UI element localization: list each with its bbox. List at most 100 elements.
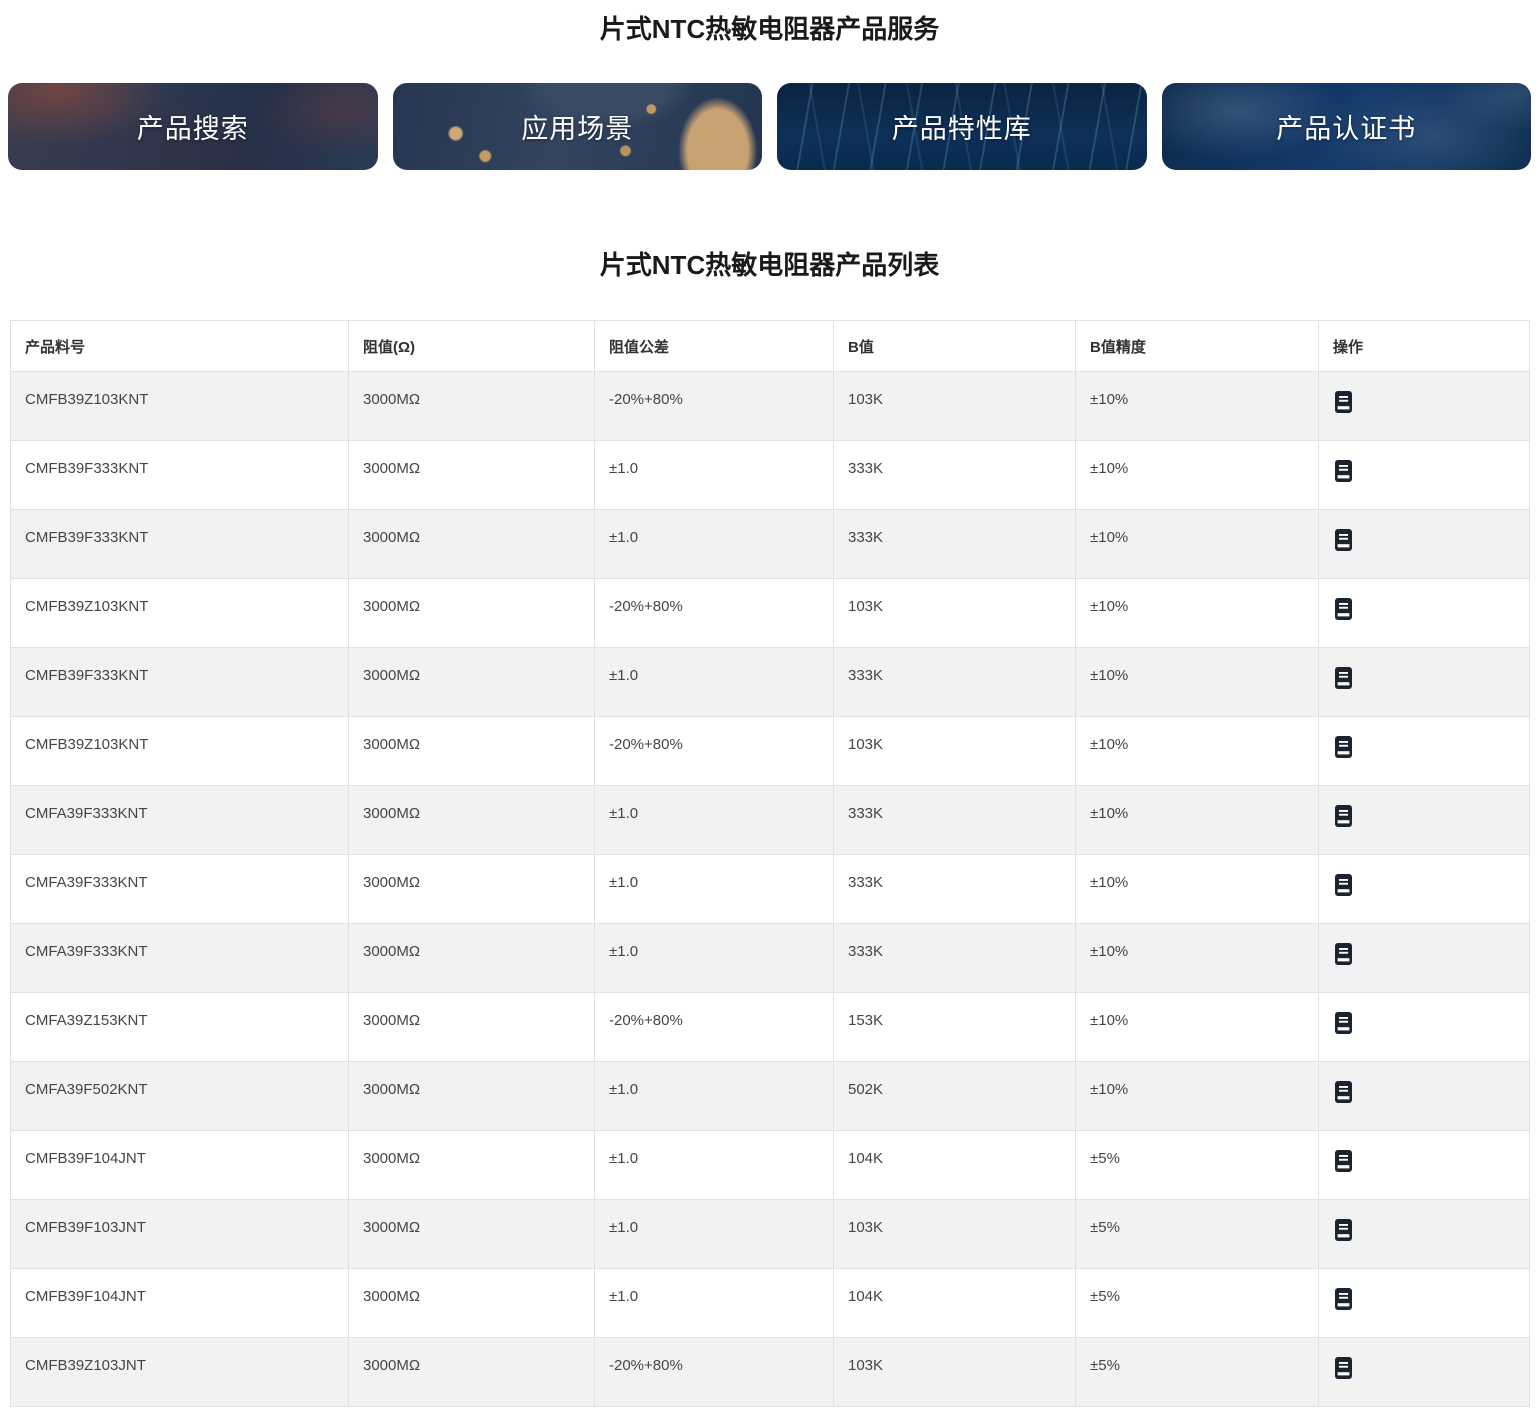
datasheet-button[interactable]: [1335, 943, 1352, 965]
service-title: 片式NTC热敏电阻器产品服务: [599, 14, 940, 44]
part-number-cell: CMFB39F333KNT: [10, 509, 349, 579]
part-number-cell: CMFA39F333KNT: [10, 854, 349, 924]
datasheet-icon: [1335, 1081, 1352, 1103]
table-row: CMFA39F333KNT 3000MΩ ±1.0 333K ±10%: [10, 923, 1530, 993]
part-number-cell: CMFB39F103JNT: [10, 1199, 349, 1269]
table-row: CMFB39F104JNT 3000MΩ ±1.0 104K ±5%: [10, 1130, 1530, 1200]
datasheet-button[interactable]: [1335, 667, 1352, 689]
b-precision-cell: ±10%: [1075, 647, 1319, 717]
datasheet-button[interactable]: [1335, 1357, 1352, 1379]
part-number-cell: CMFB39Z103KNT: [10, 578, 349, 648]
resistance-cell: 3000MΩ: [348, 1337, 595, 1407]
datasheet-button[interactable]: [1335, 736, 1352, 758]
action-cell: [1318, 647, 1530, 717]
resistance-cell: 3000MΩ: [348, 647, 595, 717]
banner-certificates-label: 产品认证书: [1276, 114, 1417, 144]
resistance-cell: 3000MΩ: [348, 785, 595, 855]
datasheet-button[interactable]: [1335, 1012, 1352, 1034]
col-header-tolerance: 阻值公差: [594, 320, 834, 372]
datasheet-button[interactable]: [1335, 1288, 1352, 1310]
datasheet-icon: [1335, 1150, 1352, 1172]
banner-application-scenes[interactable]: 应用场景: [392, 83, 762, 170]
col-header-b-value: B值: [833, 320, 1076, 372]
table-row: CMFB39F333KNT 3000MΩ ±1.0 333K ±10%: [10, 647, 1530, 717]
table-row: CMFB39Z103KNT 3000MΩ -20%+80% 103K ±10%: [10, 716, 1530, 786]
part-number-cell: CMFA39F502KNT: [10, 1061, 349, 1131]
tolerance-cell: ±1.0: [594, 1268, 834, 1338]
datasheet-button[interactable]: [1335, 460, 1352, 482]
datasheet-icon: [1335, 1357, 1352, 1379]
datasheet-icon: [1335, 460, 1352, 482]
action-cell: [1318, 440, 1530, 510]
datasheet-button[interactable]: [1335, 805, 1352, 827]
action-cell: [1318, 1268, 1530, 1338]
datasheet-button[interactable]: [1335, 874, 1352, 896]
b-value-cell: 103K: [833, 371, 1076, 441]
datasheet-button[interactable]: [1335, 598, 1352, 620]
b-precision-cell: ±10%: [1075, 854, 1319, 924]
part-number-cell: CMFA39F333KNT: [10, 785, 349, 855]
b-precision-cell: ±5%: [1075, 1199, 1319, 1269]
datasheet-icon: [1335, 805, 1352, 827]
datasheet-icon: [1335, 1219, 1352, 1241]
datasheet-icon: [1335, 874, 1352, 896]
b-value-cell: 502K: [833, 1061, 1076, 1131]
table-row: CMFB39Z103KNT 3000MΩ -20%+80% 103K ±10%: [10, 578, 1530, 648]
resistance-cell: 3000MΩ: [348, 1199, 595, 1269]
b-precision-cell: ±10%: [1075, 440, 1319, 510]
tolerance-cell: ±1.0: [594, 647, 834, 717]
b-value-cell: 333K: [833, 785, 1076, 855]
datasheet-icon: [1335, 943, 1352, 965]
part-number-cell: CMFB39Z103JNT: [10, 1337, 349, 1407]
table-row: CMFA39F333KNT 3000MΩ ±1.0 333K ±10%: [10, 854, 1530, 924]
action-cell: [1318, 1337, 1530, 1407]
b-precision-cell: ±5%: [1075, 1130, 1319, 1200]
b-precision-cell: ±10%: [1075, 1061, 1319, 1131]
b-value-cell: 103K: [833, 716, 1076, 786]
datasheet-button[interactable]: [1335, 391, 1352, 413]
table-row: CMFA39Z153KNT 3000MΩ -20%+80% 153K ±10%: [10, 992, 1530, 1062]
action-cell: [1318, 1199, 1530, 1269]
resistance-cell: 3000MΩ: [348, 1061, 595, 1131]
b-value-cell: 333K: [833, 509, 1076, 579]
col-header-actions: 操作: [1318, 320, 1530, 372]
banner-certificates[interactable]: 产品认证书: [1161, 83, 1531, 170]
b-precision-cell: ±10%: [1075, 992, 1319, 1062]
tolerance-cell: ±1.0: [594, 785, 834, 855]
tolerance-cell: ±1.0: [594, 1061, 834, 1131]
table-row: CMFA39F333KNT 3000MΩ ±1.0 333K ±10%: [10, 785, 1530, 855]
b-precision-cell: ±10%: [1075, 578, 1319, 648]
datasheet-button[interactable]: [1335, 529, 1352, 551]
table-row: CMFB39Z103KNT 3000MΩ -20%+80% 103K ±10%: [10, 371, 1530, 441]
banner-characteristics-library[interactable]: 产品特性库: [777, 83, 1147, 170]
col-header-resistance: 阻值(Ω): [348, 320, 595, 372]
banner-product-search[interactable]: 产品搜索: [8, 83, 378, 170]
tolerance-cell: ±1.0: [594, 854, 834, 924]
b-value-cell: 103K: [833, 578, 1076, 648]
table-row: CMFB39F333KNT 3000MΩ ±1.0 333K ±10%: [10, 509, 1530, 579]
resistance-cell: 3000MΩ: [348, 578, 595, 648]
table-row: CMFB39F103JNT 3000MΩ ±1.0 103K ±5%: [10, 1199, 1530, 1269]
table-row: CMFA39F502KNT 3000MΩ ±1.0 502K ±10%: [10, 1061, 1530, 1131]
action-cell: [1318, 371, 1530, 441]
product-table-body: CMFB39Z103KNT 3000MΩ -20%+80% 103K ±10% CMFB3…: [10, 371, 1530, 1407]
action-cell: [1318, 1130, 1530, 1200]
b-value-cell: 333K: [833, 854, 1076, 924]
resistance-cell: 3000MΩ: [348, 371, 595, 441]
tolerance-cell: ±1.0: [594, 509, 834, 579]
b-precision-cell: ±10%: [1075, 785, 1319, 855]
b-value-cell: 104K: [833, 1130, 1076, 1200]
b-value-cell: 103K: [833, 1337, 1076, 1407]
tolerance-cell: -20%+80%: [594, 578, 834, 648]
b-precision-cell: ±10%: [1075, 716, 1319, 786]
datasheet-button[interactable]: [1335, 1150, 1352, 1172]
resistance-cell: 3000MΩ: [348, 716, 595, 786]
b-precision-cell: ±10%: [1075, 923, 1319, 993]
tolerance-cell: -20%+80%: [594, 992, 834, 1062]
datasheet-button[interactable]: [1335, 1219, 1352, 1241]
datasheet-icon: [1335, 598, 1352, 620]
action-cell: [1318, 785, 1530, 855]
action-cell: [1318, 854, 1530, 924]
datasheet-button[interactable]: [1335, 1081, 1352, 1103]
col-header-part-number: 产品料号: [10, 320, 349, 372]
